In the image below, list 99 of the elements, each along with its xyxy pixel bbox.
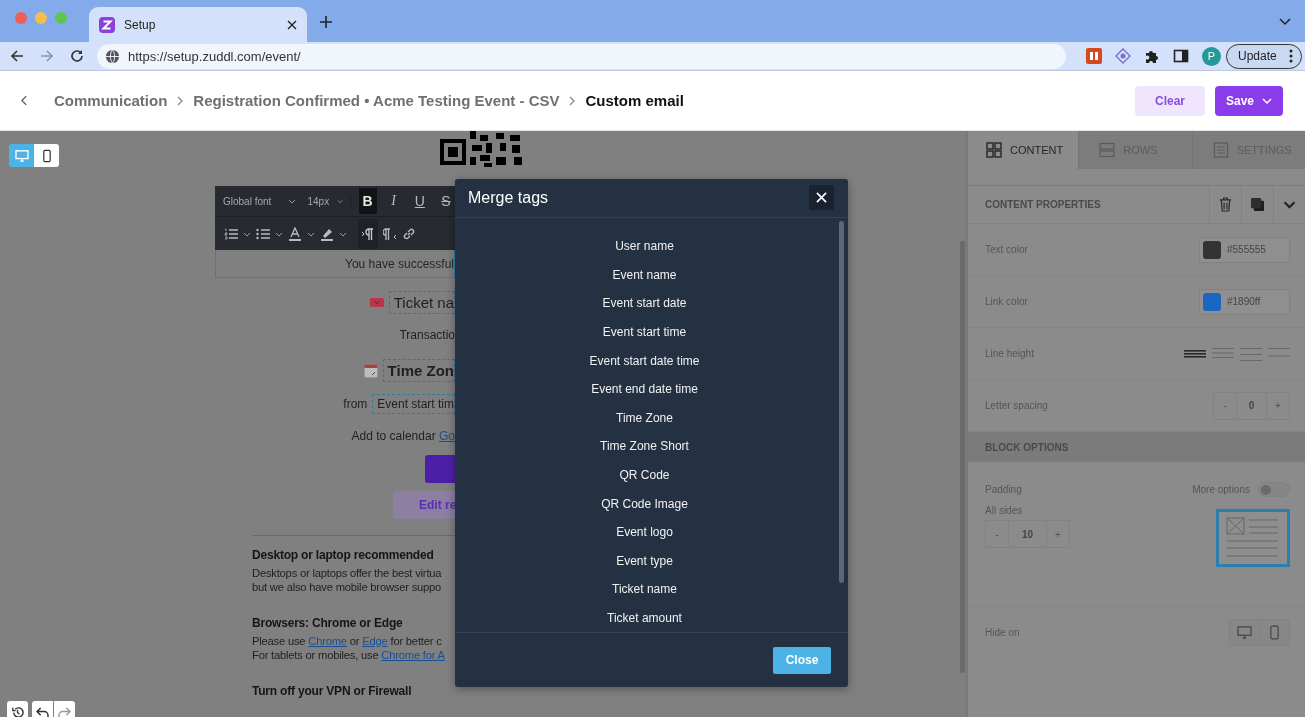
bullet-list-icon[interactable]	[256, 228, 270, 240]
back-icon[interactable]	[9, 48, 25, 64]
address-field[interactable]: https://setup.zuddl.com/event/	[97, 43, 1066, 69]
breadcrumb-item[interactable]: Registration Confirmed • Acme Testing Event - CSV	[193, 92, 560, 109]
update-button[interactable]: Update	[1226, 43, 1302, 69]
body-text: Desktops or laptops offer the best virtua	[252, 567, 443, 581]
chevron-down-icon[interactable]	[243, 231, 251, 237]
number-field[interactable]: 10	[1008, 521, 1047, 547]
link-icon[interactable]	[402, 227, 416, 241]
merge-tag-item[interactable]: Ticket name	[455, 575, 834, 604]
chevron-down-icon[interactable]	[1279, 18, 1291, 26]
history-button[interactable]	[7, 701, 28, 717]
monitor-icon	[1237, 626, 1252, 639]
scrollbar[interactable]	[839, 220, 844, 583]
italic-button[interactable]: I	[384, 188, 403, 214]
sidebar-icon[interactable]	[1173, 48, 1189, 64]
diamond-icon[interactable]	[1115, 48, 1131, 64]
section-heading: Desktop or laptop recommended	[252, 548, 435, 562]
reload-icon[interactable]	[69, 48, 85, 64]
color-input[interactable]: #555555	[1199, 236, 1290, 263]
redo-icon	[58, 706, 71, 717]
body-text: but we also have mobile browser suppo	[252, 580, 443, 594]
monitor-icon	[14, 149, 29, 162]
body-text: Transactio	[399, 328, 455, 342]
ticket-icon	[369, 297, 384, 307]
number-field[interactable]: 0	[1236, 392, 1267, 419]
merge-tag-item[interactable]: Event start date	[455, 289, 834, 318]
chevron-down-icon	[1283, 200, 1296, 209]
undo-icon	[36, 706, 49, 717]
globe-icon	[105, 48, 120, 64]
merge-tag-item[interactable]: Event logo	[455, 517, 834, 547]
undo-button[interactable]	[32, 701, 53, 717]
merge-tag-item[interactable]: Time Zone Short	[455, 432, 834, 461]
text-editor-box[interactable]: You have successful	[215, 250, 455, 278]
body-text: Please use Chrome or Edge for better c	[252, 635, 443, 649]
section-heading: Turn off your VPN or Firewall	[252, 684, 413, 698]
font-select[interactable]: Global font	[223, 195, 302, 207]
merge-tag-item[interactable]: Event name	[455, 260, 834, 290]
font-size-select[interactable]: 14px	[307, 195, 351, 207]
chevron-right-icon	[569, 95, 576, 106]
toggle-switch[interactable]	[1258, 482, 1290, 497]
pilcrow-icon[interactable]	[361, 227, 375, 241]
strike-button[interactable]: S	[436, 188, 455, 214]
save-button[interactable]: Save	[1215, 85, 1283, 116]
chevron-down-icon[interactable]	[275, 231, 283, 237]
mobile-view-button[interactable]	[34, 144, 59, 167]
chevron-down-icon[interactable]	[307, 231, 315, 237]
section-title: CONTENT PROPERTIES	[984, 199, 1102, 210]
breadcrumb-item: Custom email	[585, 92, 684, 109]
trash-icon	[1219, 197, 1232, 212]
chevron-down-icon	[337, 198, 344, 204]
grid-icon	[986, 142, 1002, 158]
close-button[interactable]	[809, 185, 834, 211]
new-tab-icon[interactable]	[319, 15, 333, 29]
pilcrow-icon[interactable]	[383, 227, 397, 241]
calendar-icon	[363, 362, 378, 378]
chevron-right-icon	[177, 95, 184, 106]
merge-tag-item[interactable]: User name	[455, 231, 834, 261]
merge-tag-item[interactable]: Time Zone	[455, 403, 834, 433]
browser-tab[interactable]: Setup	[89, 7, 307, 42]
merge-tag-item[interactable]: Event end date time	[455, 374, 834, 404]
more-icon	[1288, 49, 1293, 63]
history-icon	[11, 705, 24, 717]
color-input[interactable]: #1890ff	[1199, 288, 1290, 315]
chevron-down-icon	[287, 198, 296, 204]
back-icon[interactable]	[21, 95, 28, 106]
close-icon	[816, 192, 827, 204]
puzzle-icon[interactable]	[1144, 48, 1160, 64]
clear-button[interactable]: Clear	[1135, 85, 1205, 116]
merge-tag-item[interactable]: Event start time	[455, 317, 834, 347]
copy-icon	[1251, 198, 1264, 211]
rows-icon	[1099, 142, 1116, 158]
padding-preview-icon	[1216, 509, 1290, 567]
numbered-list-icon[interactable]	[224, 228, 238, 240]
body-text: Add to calendar Go	[351, 429, 455, 443]
section-heading: Browsers: Chrome or Edge	[252, 616, 404, 630]
breadcrumb-item[interactable]: Communication	[54, 92, 168, 109]
chevron-down-icon[interactable]	[339, 231, 347, 237]
dialog-title: Merge tags	[468, 189, 549, 207]
close-icon[interactable]	[287, 19, 297, 30]
merge-tag-item[interactable]: Event type	[455, 546, 834, 576]
merge-tag-item[interactable]: Event start date time	[455, 346, 834, 375]
body-text: from	[343, 397, 368, 411]
document-icon	[1212, 142, 1229, 158]
merge-tag-item[interactable]: QR Code	[455, 460, 834, 490]
phone-icon	[1270, 625, 1279, 640]
body-text: For tablets or mobiles, use Chrome for A	[252, 648, 446, 662]
extension-icon[interactable]	[1086, 48, 1102, 64]
merge-tag-item[interactable]: Ticket amount	[455, 603, 834, 633]
highlighter-icon[interactable]	[320, 227, 334, 241]
body-text: You have successful	[345, 256, 454, 271]
underline-button[interactable]: U	[410, 188, 429, 214]
phone-icon	[42, 148, 51, 163]
chevron-down-icon	[1262, 97, 1272, 104]
app-logo-icon	[99, 16, 115, 33]
text-color-icon[interactable]	[288, 227, 302, 241]
profile-avatar[interactable]: P	[1202, 46, 1221, 66]
bold-button[interactable]: B	[358, 188, 377, 214]
merge-tag-item[interactable]: QR Code Image	[455, 489, 834, 518]
